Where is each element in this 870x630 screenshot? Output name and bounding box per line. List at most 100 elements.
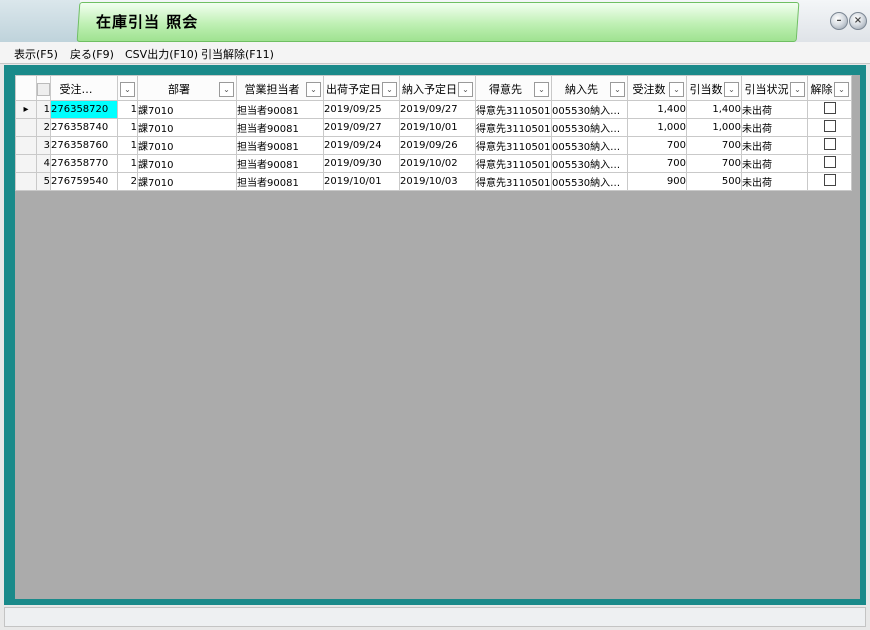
cell-ship-date[interactable]: 2019/09/25 <box>323 100 400 119</box>
table-row[interactable]: ▸ 1 276358720 1 課7010 担当者90081 2019/09/25 2019/… <box>15 100 852 119</box>
menu-back[interactable]: 戻る(F9) <box>70 46 114 62</box>
filter-dropdown-icon[interactable]: ⌄ <box>790 82 805 97</box>
filter-dropdown-icon[interactable]: ⌄ <box>306 82 321 97</box>
column-header-line[interactable]: ⌄ <box>117 75 138 101</box>
release-checkbox[interactable] <box>823 138 836 150</box>
filter-dropdown-icon[interactable]: ⌄ <box>458 82 473 97</box>
cell-delivery-date[interactable]: 2019/10/03 <box>399 172 476 191</box>
cell-alloc-qty[interactable]: 700 <box>686 154 742 173</box>
column-header-alloc-status[interactable]: 引当状況 ⌄ <box>741 75 808 101</box>
cell-delivery-date[interactable]: 2019/10/02 <box>399 154 476 173</box>
cell-delivery-date[interactable]: 2019/09/27 <box>399 100 476 119</box>
table-row[interactable]: 3 276358760 1 課7010 担当者90081 2019/09/24 2019/0… <box>15 136 852 155</box>
filter-dropdown-icon[interactable]: ⌄ <box>382 82 397 97</box>
row-header[interactable] <box>15 136 37 155</box>
cell-order-no[interactable]: 276358740 <box>50 118 118 137</box>
cell-alloc-status[interactable]: 未出荷 <box>741 136 808 155</box>
column-header-alloc-qty[interactable]: 引当数 ⌄ <box>686 75 742 101</box>
cell-ship-to[interactable]: 005530納入… <box>551 154 628 173</box>
column-header-customer[interactable]: 得意先 ⌄ <box>475 75 552 101</box>
close-button[interactable]: × <box>849 12 867 30</box>
column-header-release[interactable]: 解除 ⌄ <box>807 75 852 101</box>
filter-dropdown-icon[interactable]: ⌄ <box>120 82 135 97</box>
cell-order-no[interactable]: 276358770 <box>50 154 118 173</box>
cell-customer[interactable]: 得意先3110501 <box>475 118 552 137</box>
cell-line[interactable]: 1 <box>117 154 138 173</box>
column-header-ship-to[interactable]: 納入先 ⌄ <box>551 75 628 101</box>
cell-order-qty[interactable]: 1,400 <box>627 100 687 119</box>
table-row[interactable]: 5 276759540 2 課7010 担当者90081 2019/10/01 2019/1… <box>15 172 852 191</box>
cell-delivery-date[interactable]: 2019/10/01 <box>399 118 476 137</box>
cell-order-no[interactable]: 276759540 <box>50 172 118 191</box>
cell-sales-rep[interactable]: 担当者90081 <box>236 154 324 173</box>
column-header-delivery-date[interactable]: 納入予定日 ⌄ <box>399 75 476 101</box>
menu-release-allocation[interactable]: 引当解除(F11) <box>201 46 274 62</box>
cell-customer[interactable]: 得意先3110501 <box>475 172 552 191</box>
cell-dept[interactable]: 課7010 <box>137 154 237 173</box>
filter-dropdown-icon[interactable]: ⌄ <box>834 82 849 97</box>
cell-sales-rep[interactable]: 担当者90081 <box>236 118 324 137</box>
cell-sales-rep[interactable]: 担当者90081 <box>236 100 324 119</box>
cell-customer[interactable]: 得意先3110501 <box>475 100 552 119</box>
cell-order-qty[interactable]: 1,000 <box>627 118 687 137</box>
cell-ship-to[interactable]: 005530納入… <box>551 118 628 137</box>
cell-sales-rep[interactable]: 担当者90081 <box>236 172 324 191</box>
cell-alloc-status[interactable]: 未出荷 <box>741 100 808 119</box>
cell-sales-rep[interactable]: 担当者90081 <box>236 136 324 155</box>
cell-dept[interactable]: 課7010 <box>137 100 237 119</box>
cell-dept[interactable]: 課7010 <box>137 118 237 137</box>
filter-dropdown-icon[interactable]: ⌄ <box>534 82 549 97</box>
cell-ship-date[interactable]: 2019/10/01 <box>323 172 400 191</box>
cell-ship-date[interactable]: 2019/09/30 <box>323 154 400 173</box>
cell-alloc-qty[interactable]: 700 <box>686 136 742 155</box>
filter-dropdown-icon[interactable]: ⌄ <box>669 82 684 97</box>
filter-dropdown-icon[interactable]: ⌄ <box>724 82 739 97</box>
cell-order-qty[interactable]: 900 <box>627 172 687 191</box>
menu-csv-export[interactable]: CSV出力(F10) <box>125 46 198 62</box>
cell-dept[interactable]: 課7010 <box>137 172 237 191</box>
cell-delivery-date[interactable]: 2019/09/26 <box>399 136 476 155</box>
cell-line[interactable]: 1 <box>117 118 138 137</box>
menu-display[interactable]: 表示(F5) <box>14 46 58 62</box>
cell-line[interactable]: 2 <box>117 172 138 191</box>
cell-order-qty[interactable]: 700 <box>627 136 687 155</box>
row-header[interactable] <box>15 118 37 137</box>
column-header-sales-rep[interactable]: 営業担当者 ⌄ <box>236 75 324 101</box>
column-header-order-qty[interactable]: 受注数 ⌄ <box>627 75 687 101</box>
release-checkbox[interactable] <box>823 102 836 114</box>
cell-alloc-status[interactable]: 未出荷 <box>741 172 808 191</box>
cell-alloc-status[interactable]: 未出荷 <box>741 118 808 137</box>
cell-line[interactable]: 1 <box>117 100 138 119</box>
cell-ship-date[interactable]: 2019/09/24 <box>323 136 400 155</box>
cell-alloc-qty[interactable]: 1,000 <box>686 118 742 137</box>
cell-ship-date[interactable]: 2019/09/27 <box>323 118 400 137</box>
cell-line[interactable]: 1 <box>117 136 138 155</box>
cell-order-no[interactable]: 276358720 <box>50 100 118 119</box>
grid-corner-select[interactable] <box>36 75 51 101</box>
column-header-ship-date[interactable]: 出荷予定日 ⌄ <box>323 75 400 101</box>
cell-ship-to[interactable]: 005530納入… <box>551 100 628 119</box>
row-header[interactable] <box>15 154 37 173</box>
release-checkbox[interactable] <box>823 174 836 186</box>
cell-alloc-qty[interactable]: 500 <box>686 172 742 191</box>
cell-dept[interactable]: 課7010 <box>137 136 237 155</box>
current-row-indicator[interactable]: ▸ <box>15 100 37 119</box>
cell-order-no[interactable]: 276358760 <box>50 136 118 155</box>
cell-alloc-qty[interactable]: 1,400 <box>686 100 742 119</box>
row-header[interactable] <box>15 172 37 191</box>
release-checkbox[interactable] <box>823 120 836 132</box>
minimize-button[interactable]: – <box>830 12 848 30</box>
cell-customer[interactable]: 得意先3110501 <box>475 154 552 173</box>
cell-order-qty[interactable]: 700 <box>627 154 687 173</box>
cell-ship-to[interactable]: 005530納入… <box>551 136 628 155</box>
filter-dropdown-icon[interactable]: ⌄ <box>219 82 234 97</box>
column-header-order-no[interactable]: 受注… <box>50 75 118 101</box>
cell-alloc-status[interactable]: 未出荷 <box>741 154 808 173</box>
cell-customer[interactable]: 得意先3110501 <box>475 136 552 155</box>
table-row[interactable]: 4 276358770 1 課7010 担当者90081 2019/09/30 2019/1… <box>15 154 852 173</box>
filter-dropdown-icon[interactable]: ⌄ <box>610 82 625 97</box>
table-row[interactable]: 2 276358740 1 課7010 担当者90081 2019/09/27 2019/1… <box>15 118 852 137</box>
cell-ship-to[interactable]: 005530納入… <box>551 172 628 191</box>
column-header-dept[interactable]: 部署 ⌄ <box>137 75 237 101</box>
release-checkbox[interactable] <box>823 156 836 168</box>
